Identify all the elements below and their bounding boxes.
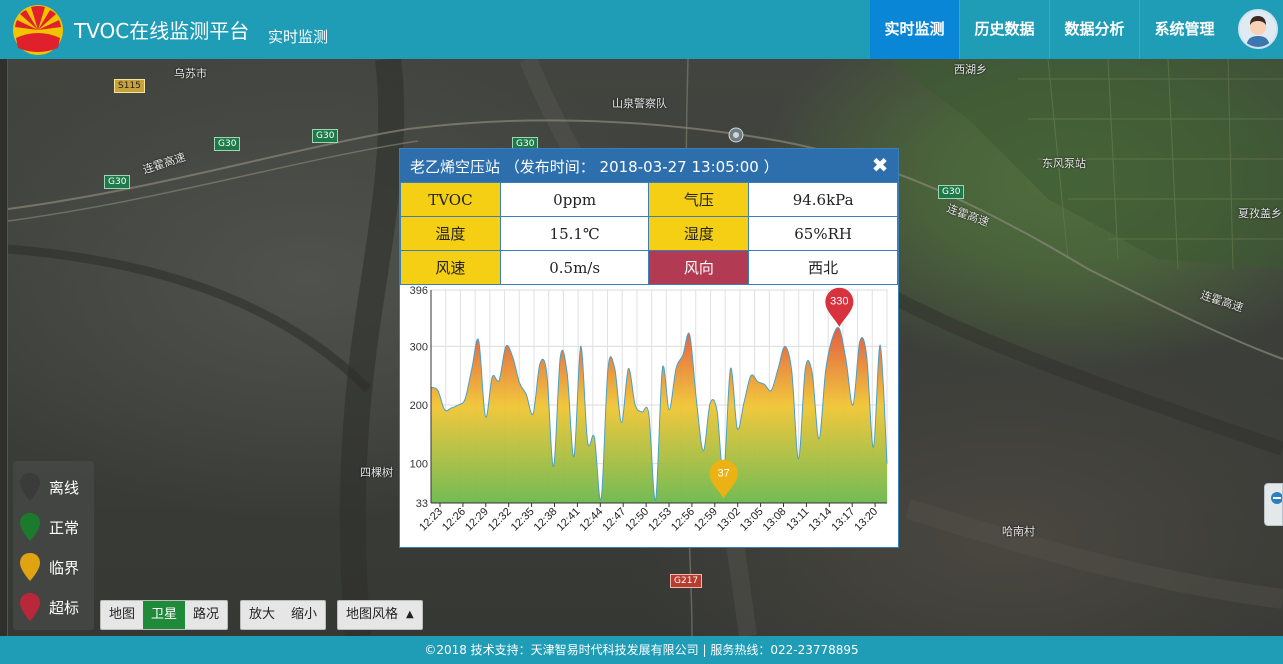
zoom-controls: 放大 缩小 [240, 600, 327, 630]
road-shield-g30: G30 [312, 129, 339, 143]
x-tick-label: 13:20 [852, 506, 880, 534]
stat-label-temperature: 温度 [400, 216, 501, 251]
x-tick-label: 13:14 [806, 506, 834, 534]
map-pin-icon [20, 473, 40, 501]
map-type-switcher: 地图 卫星 路况 [100, 600, 229, 630]
map-pin-icon [20, 553, 40, 581]
x-tick-label: 12:26 [440, 506, 468, 534]
map-label-place: 哈南村 [1002, 525, 1035, 538]
x-tick-label: 12:47 [600, 506, 628, 534]
y-tick-label: 396 [410, 285, 428, 297]
x-tick-label: 12:56 [669, 506, 697, 534]
x-tick-label: 12:41 [555, 506, 583, 534]
nav-system[interactable]: 系统管理 [1139, 0, 1229, 59]
user-avatar-icon [1240, 11, 1276, 47]
road-shield-g30: G30 [938, 185, 965, 199]
stat-value-pressure: 94.6kPa [748, 182, 898, 217]
road-shield-g30: G30 [214, 137, 241, 151]
map-label-place: 山泉警察队 [612, 97, 667, 110]
left-edge-strip [0, 59, 8, 636]
station-stats-table: TVOC 0ppm 气压 94.6kPa 温度 15.1℃ 湿度 65%RH 风… [400, 182, 898, 285]
x-tick-label: 12:29 [463, 506, 491, 534]
x-tick-label: 13:11 [784, 506, 811, 533]
stat-value-temperature: 15.1℃ [499, 216, 650, 251]
map-type-traffic-button[interactable]: 路况 [185, 601, 227, 629]
app-header: TVOC在线监测平台 实时监测 实时监测 历史数据 数据分析 系统管理 [0, 0, 1283, 59]
close-icon[interactable]: ✖ [870, 154, 890, 176]
table-row: 温度 15.1℃ 湿度 65%RH [400, 216, 898, 251]
x-tick-label: 12:44 [577, 506, 605, 534]
stat-label-tvoc: TVOC [400, 182, 501, 217]
popup-header: 老乙烯空压站 （发布时间： 2018-03-27 13:05:00 ） ✖ [400, 149, 898, 182]
table-row: 风速 0.5m/s 风向 西北 [400, 250, 898, 285]
x-tick-label: 12:35 [509, 506, 537, 534]
main-nav: 实时监测 历史数据 数据分析 系统管理 [869, 0, 1229, 59]
side-tool-icon[interactable] [1264, 483, 1283, 526]
x-tick-label: 12:59 [692, 506, 720, 534]
stat-label-humidity: 湿度 [648, 216, 750, 251]
stat-value-wind-speed: 0.5m/s [499, 250, 650, 285]
legend-label: 临界 [49, 558, 80, 577]
x-tick-label: 12:53 [646, 506, 674, 534]
zoom-out-button[interactable]: 缩小 [283, 601, 325, 629]
user-avatar[interactable] [1238, 9, 1278, 49]
table-row: TVOC 0ppm 气压 94.6kPa [400, 182, 898, 217]
min-value-marker-label: 37 [718, 468, 730, 480]
x-tick-label: 12:32 [486, 506, 514, 534]
x-tick-label: 13:05 [738, 506, 766, 534]
x-tick-label: 13:02 [715, 506, 743, 534]
status-legend: 离线 正常 临界 超标 [13, 461, 94, 630]
map-label-place: 东风泵站 [1042, 157, 1086, 170]
map-pin-icon [20, 513, 40, 541]
zoom-in-button[interactable]: 放大 [241, 601, 283, 629]
road-shield-s115: S115 [114, 79, 145, 93]
map-poi-icon[interactable] [727, 126, 745, 144]
app-title: TVOC在线监测平台 [74, 19, 250, 43]
map-label-city: 乌苏市 [174, 67, 207, 80]
nav-realtime[interactable]: 实时监测 [869, 0, 959, 59]
road-shield-g30: G30 [104, 175, 131, 189]
legend-item-offline: 离线 [19, 471, 79, 503]
x-tick-label: 12:38 [532, 506, 560, 534]
legend-label: 正常 [49, 518, 80, 537]
page-subtitle: 实时监测 [268, 28, 329, 46]
map-style-dropdown[interactable]: 地图风格 ▲ [337, 600, 423, 630]
stat-label-wind-direction: 风向 [648, 250, 750, 285]
caret-up-icon: ▲ [406, 609, 414, 620]
y-tick-label: 200 [410, 400, 428, 412]
y-tick-label: 300 [410, 341, 428, 353]
x-tick-label: 13:17 [829, 506, 857, 534]
tvoc-trend-chart[interactable]: 3310020030039612:2312:2612:2912:3212:351… [400, 285, 898, 547]
max-value-marker-label: 330 [830, 296, 848, 308]
legend-label: 离线 [49, 478, 80, 497]
legend-item-normal: 正常 [19, 511, 79, 543]
stat-value-humidity: 65%RH [748, 216, 898, 251]
map-style-label[interactable]: 地图风格 [338, 601, 406, 629]
x-tick-label: 12:50 [623, 506, 651, 534]
nav-analysis[interactable]: 数据分析 [1049, 0, 1139, 59]
y-tick-label: 33 [416, 498, 428, 510]
stat-value-wind-direction: 西北 [748, 250, 898, 285]
map-label-place: 夏孜盖乡 [1238, 207, 1282, 220]
map-label-place: 西湖乡 [954, 63, 987, 76]
legend-item-critical: 临界 [19, 551, 79, 583]
stat-label-pressure: 气压 [648, 182, 750, 217]
stat-value-tvoc: 0ppm [499, 182, 650, 217]
legend-label: 超标 [49, 598, 80, 617]
legend-item-exceeded: 超标 [19, 591, 79, 623]
station-info-popup: 老乙烯空压站 （发布时间： 2018-03-27 13:05:00 ） ✖ TV… [399, 148, 899, 548]
map-type-satellite-button[interactable]: 卫星 [143, 601, 186, 629]
stat-label-wind-speed: 风速 [400, 250, 501, 285]
y-tick-label: 100 [410, 459, 428, 471]
map-type-map-button[interactable]: 地图 [101, 601, 143, 629]
nav-history[interactable]: 历史数据 [959, 0, 1049, 59]
map-pin-icon [20, 593, 40, 621]
map-label-place: 四棵树 [360, 466, 393, 479]
company-logo [13, 5, 63, 55]
road-shield-g217: G217 [670, 574, 703, 588]
page-footer: ©2018 技术支持：天津智易时代科技发展有限公司 | 服务热线：022-237… [0, 636, 1283, 664]
x-tick-label: 13:08 [761, 506, 789, 534]
popup-title: 老乙烯空压站 （发布时间： 2018-03-27 13:05:00 ） [410, 158, 779, 176]
